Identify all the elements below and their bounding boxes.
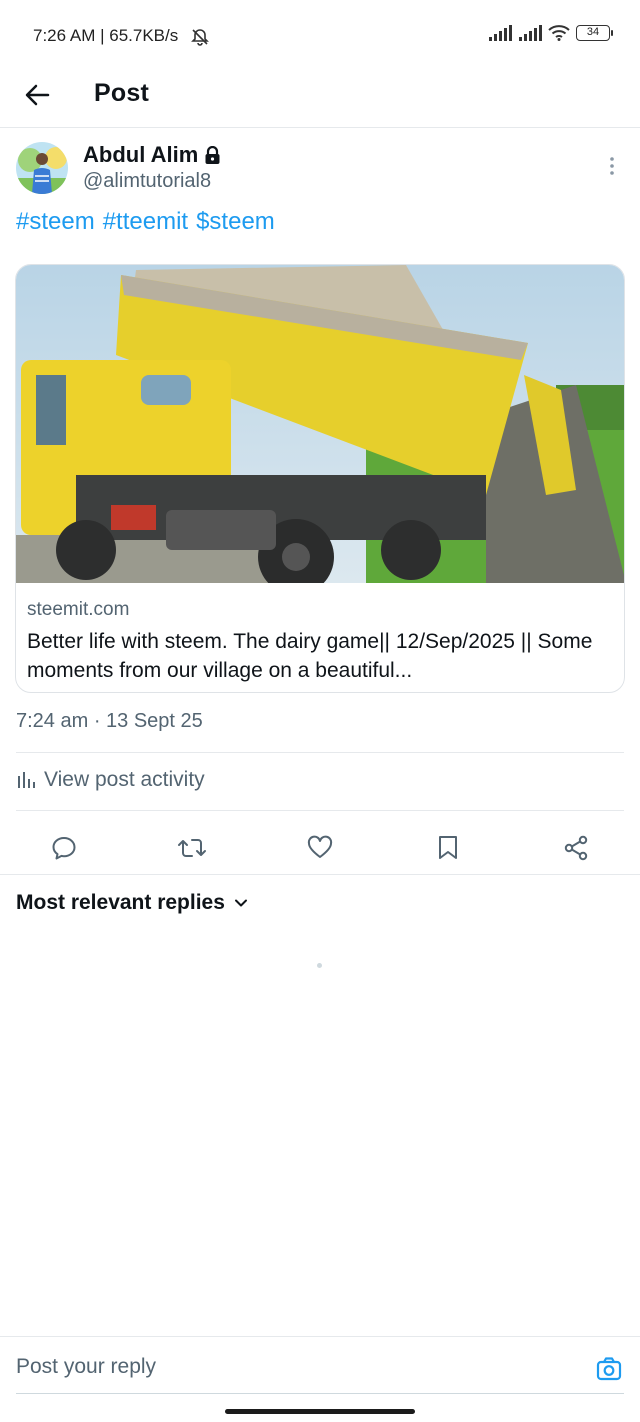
app-header: Post <box>0 72 640 128</box>
like-icon <box>307 835 333 858</box>
arrow-left-icon <box>25 84 50 106</box>
author-name-text: Abdul Alim <box>83 142 199 167</box>
chevron-down-icon <box>234 899 247 907</box>
post-text: #steem #tteemit $steem <box>16 208 283 236</box>
reply-icon <box>52 837 76 860</box>
battery-icon: 34 <box>576 25 613 41</box>
status-time: 7:26 AM | 65.7KB/s <box>33 26 179 45</box>
post-author: Abdul Alim @alimtutorial8 <box>16 142 624 198</box>
camera-icon[interactable] <box>596 1356 622 1382</box>
home-indicator[interactable] <box>225 1409 415 1414</box>
hashtag-link[interactable]: #steem <box>16 208 95 235</box>
divider <box>0 874 640 875</box>
divider <box>16 752 624 753</box>
bar-chart-icon <box>18 772 35 788</box>
back-button[interactable] <box>20 78 54 112</box>
view-post-activity[interactable]: View post activity <box>16 768 205 792</box>
wifi-icon <box>548 25 570 41</box>
reply-input[interactable] <box>16 1349 576 1385</box>
signal-icon <box>489 25 512 41</box>
divider <box>16 810 624 811</box>
card-domain: steemit.com <box>27 599 130 620</box>
cashtag-link[interactable]: $steem <box>196 208 275 235</box>
author-handle[interactable]: @alimtutorial8 <box>83 170 211 193</box>
repost-icon <box>178 839 206 857</box>
reply-bar <box>0 1336 640 1396</box>
lock-icon <box>205 145 220 164</box>
avatar[interactable] <box>16 142 68 194</box>
more-options-icon[interactable] <box>604 154 620 178</box>
mute-bell-icon <box>191 29 209 46</box>
card-image <box>16 265 624 583</box>
author-name[interactable]: Abdul Alim <box>83 142 221 168</box>
status-icons: 34 <box>488 25 613 41</box>
activity-label: View post activity <box>44 768 205 791</box>
action-bar <box>0 820 640 874</box>
link-preview-card[interactable]: steemit.com Better life with steem. The … <box>15 264 625 693</box>
replies-sort-label: Most relevant replies <box>16 891 225 914</box>
bookmark-button[interactable] <box>428 828 468 868</box>
page-title: Post <box>94 79 149 107</box>
share-button[interactable] <box>556 828 596 868</box>
hashtag-link[interactable]: #tteemit <box>103 208 188 235</box>
loading-indicator <box>317 963 322 968</box>
bookmark-icon <box>439 836 457 859</box>
signal-icon <box>519 25 542 41</box>
share-icon <box>564 835 588 861</box>
card-title: Better life with steem. The dairy game||… <box>27 630 593 682</box>
reply-button[interactable] <box>44 828 84 868</box>
like-button[interactable] <box>300 828 340 868</box>
repost-button[interactable] <box>172 828 212 868</box>
reply-underline <box>16 1393 624 1394</box>
status-bar: 7:26 AM | 65.7KB/s 34 <box>0 0 640 72</box>
replies-sort-dropdown[interactable]: Most relevant replies <box>16 891 249 915</box>
post-timestamp: 7:24 am · 13 Sept 25 <box>16 710 203 732</box>
